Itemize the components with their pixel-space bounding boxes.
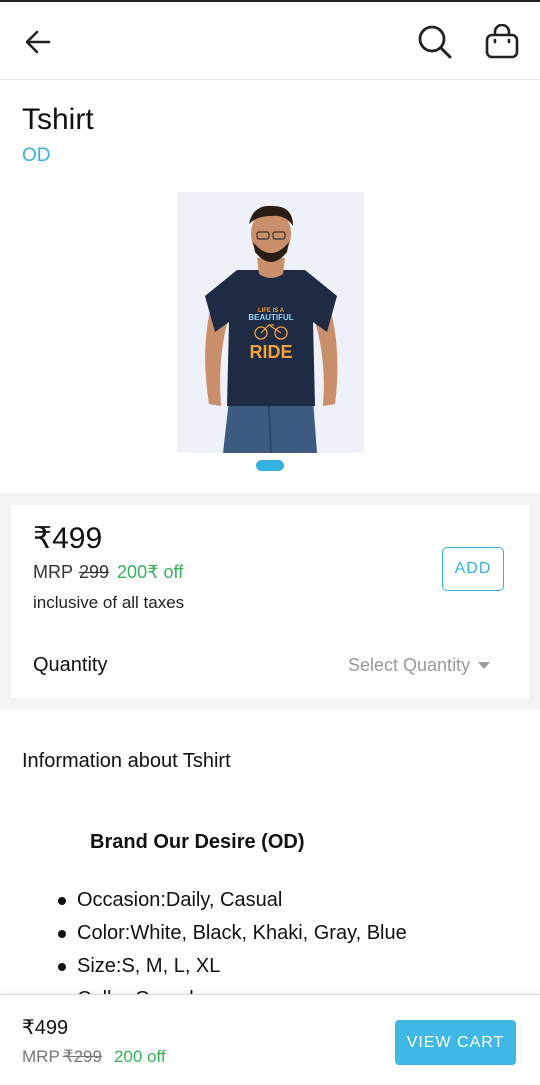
bottom-mrp-label: MRP <box>22 1047 60 1066</box>
product-title: Tshirt <box>22 103 94 136</box>
carousel-indicator[interactable] <box>256 460 284 471</box>
cart-button[interactable] <box>478 18 526 66</box>
mrp-row: MRP 299 200₹ off <box>33 562 183 583</box>
view-cart-button[interactable]: VIEW CART <box>395 1020 516 1065</box>
product-image[interactable]: LIFE IS A BEAUTIFUL RIDE <box>177 192 364 453</box>
bottom-mrp-row: MRP ₹299 200 off <box>22 1047 166 1067</box>
shirt-graphic-line3: RIDE <box>249 342 292 362</box>
quantity-label: Quantity <box>33 654 108 676</box>
tax-note: inclusive of all taxes <box>33 593 185 612</box>
list-item: Occasion:Daily, Casual <box>56 884 526 917</box>
brand-heading: Brand Our Desire (OD) <box>90 831 305 853</box>
back-button[interactable] <box>14 18 62 66</box>
top-app-bar <box>0 0 540 80</box>
search-icon <box>418 25 452 59</box>
quantity-select[interactable]: Select Quantity <box>348 655 491 676</box>
discount-text: 200₹ off <box>117 562 184 582</box>
search-button[interactable] <box>411 18 459 66</box>
info-heading: Information about Tshirt <box>22 750 231 772</box>
price-card: ₹499 MRP 299 200₹ off inclusive of all tax… <box>11 505 529 698</box>
feature-list: Occasion:Daily, Casual Color:White, Blac… <box>56 884 526 996</box>
bottom-price: ₹499 <box>22 1017 69 1039</box>
bottom-cart-bar: ₹499 MRP ₹299 200 off VIEW CART <box>0 994 540 1085</box>
product-brand[interactable]: OD <box>22 145 51 167</box>
bottom-mrp-value: ₹299 <box>62 1047 102 1066</box>
shopping-bag-icon <box>485 24 519 59</box>
product-price: ₹499 <box>33 522 103 555</box>
shirt-graphic-line2: BEAUTIFUL <box>248 313 293 322</box>
tshirt-model-photo: LIFE IS A BEAUTIFUL RIDE <box>177 192 364 453</box>
mrp-value: 299 <box>79 562 110 582</box>
quantity-select-placeholder: Select Quantity <box>348 655 471 675</box>
arrow-left-icon <box>25 30 51 54</box>
chevron-down-icon <box>478 662 491 669</box>
list-item: Size:S, M, L, XL <box>56 950 526 983</box>
add-button[interactable]: ADD <box>442 547 504 591</box>
bottom-discount: 200 off <box>113 1047 166 1066</box>
mrp-label: MRP <box>33 562 73 582</box>
list-item: Color:White, Black, Khaki, Gray, Blue <box>56 917 526 950</box>
